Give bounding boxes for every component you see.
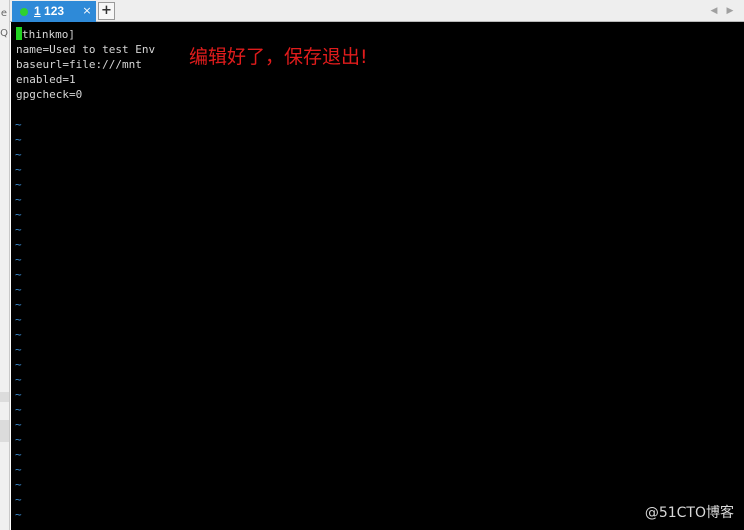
session-tab-bar: 1 123 × + ◀ ▶ xyxy=(10,0,744,22)
session-tab[interactable]: 1 123 × xyxy=(12,1,96,22)
empty-line-tilde: ~ xyxy=(15,208,22,221)
terminal-screen[interactable]: thinkmo] name=Used to test Env baseurl=f… xyxy=(11,22,744,530)
background-window-letter: e xyxy=(0,8,8,19)
background-search-icon: Q xyxy=(0,28,8,39)
empty-line-tilde: ~ xyxy=(15,178,22,191)
terminal-app-window: e Q 1 123 × + ◀ ▶ thinkmo] name=Used to … xyxy=(0,0,744,530)
empty-line-tilde: ~ xyxy=(15,493,22,506)
empty-line-tilde: ~ xyxy=(15,238,22,251)
empty-line-tilde: ~ xyxy=(15,298,22,311)
annotation-text: 编辑好了，保存退出! xyxy=(189,46,368,68)
editor-line-3: baseurl=file:///mnt xyxy=(16,58,142,71)
connection-status-icon xyxy=(20,8,28,16)
empty-line-tilde: ~ xyxy=(15,508,22,521)
editor-line-1: thinkmo] xyxy=(16,27,75,42)
new-tab-button[interactable]: + xyxy=(98,2,115,20)
empty-line-tilde: ~ xyxy=(15,418,22,431)
editor-line-4: enabled=1 xyxy=(16,73,76,86)
background-window-marker xyxy=(0,392,9,402)
editor-line-5: gpgcheck=0 xyxy=(16,88,83,101)
empty-line-tilde: ~ xyxy=(15,328,22,341)
session-tab-number: 1 xyxy=(34,4,41,18)
empty-line-tilde: ~ xyxy=(15,433,22,446)
background-window-marker xyxy=(0,420,9,442)
empty-line-tilde: ~ xyxy=(15,268,22,281)
empty-line-tilde: ~ xyxy=(15,448,22,461)
empty-line-tilde: ~ xyxy=(15,163,22,176)
empty-line-tilde: ~ xyxy=(15,358,22,371)
session-tab-label: 1 123 xyxy=(34,4,64,19)
empty-line-tilde: ~ xyxy=(15,463,22,476)
empty-line-tilde: ~ xyxy=(15,253,22,266)
scroll-tabs-left-icon[interactable]: ◀ xyxy=(708,3,720,19)
editor-line-1-text: thinkmo] xyxy=(22,28,75,41)
watermark: @51CTO博客 xyxy=(644,505,734,521)
empty-line-tilde: ~ xyxy=(15,403,22,416)
empty-line-tilde: ~ xyxy=(15,343,22,356)
close-tab-icon[interactable]: × xyxy=(81,4,93,18)
empty-line-tilde: ~ xyxy=(15,313,22,326)
tab-scroll-arrows: ◀ ▶ xyxy=(708,3,738,19)
empty-line-tilde: ~ xyxy=(15,373,22,386)
empty-line-tilde: ~ xyxy=(15,133,22,146)
session-tab-name: 123 xyxy=(44,4,65,18)
empty-line-tilde: ~ xyxy=(15,193,22,206)
scroll-tabs-right-icon[interactable]: ▶ xyxy=(724,3,736,19)
empty-line-tilde: ~ xyxy=(15,478,22,491)
background-window-edge: e Q xyxy=(0,0,10,530)
empty-line-tilde: ~ xyxy=(15,118,22,131)
empty-line-tilde: ~ xyxy=(15,223,22,236)
empty-line-tilde: ~ xyxy=(15,388,22,401)
editor-line-2: name=Used to test Env xyxy=(16,43,156,56)
empty-line-tilde: ~ xyxy=(15,283,22,296)
empty-line-tilde: ~ xyxy=(15,148,22,161)
